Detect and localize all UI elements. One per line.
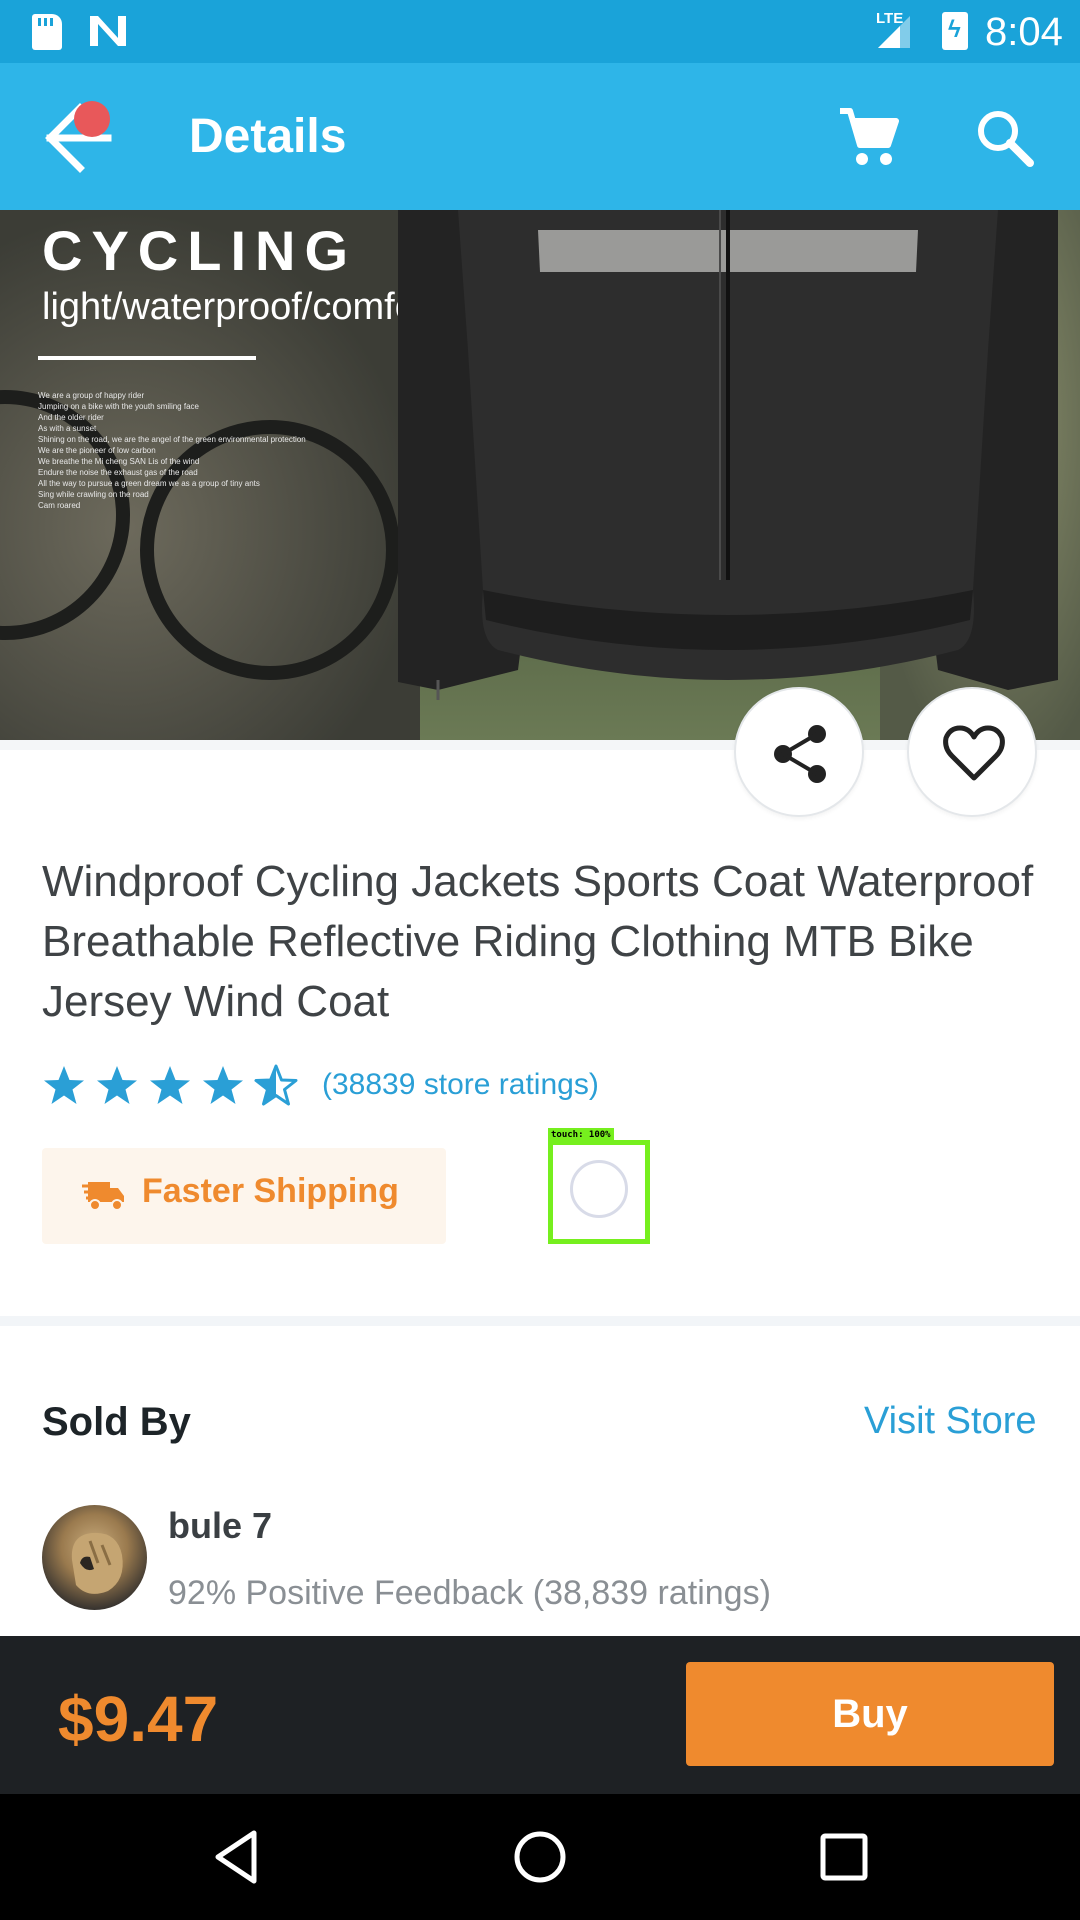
image-body-line: Sing while crawling on the road <box>38 490 149 499</box>
system-nav-bar <box>0 1794 1080 1920</box>
product-image[interactable]: CYCLING light/waterproof/comfort We are … <box>0 210 1080 740</box>
image-body-line: Shining on the road, we are the angel of… <box>38 435 306 444</box>
image-subheadline: light/waterproof/comfort <box>42 286 440 328</box>
seller-avatar[interactable] <box>42 1505 147 1610</box>
visit-store-link[interactable]: Visit Store <box>864 1400 1036 1443</box>
share-button[interactable] <box>734 687 864 817</box>
status-time: 8:04 <box>985 10 1063 54</box>
truck-icon <box>82 1182 124 1211</box>
image-headline: CYCLING <box>42 219 357 282</box>
image-body-line: Jumping on a bike with the youth smiling… <box>38 402 199 411</box>
product-title: Windproof Cycling Jackets Sports Coat Wa… <box>42 857 1034 1026</box>
buy-button[interactable]: Buy <box>686 1662 1054 1766</box>
jacket-graphic <box>398 210 1058 700</box>
page-title: Details <box>189 110 347 163</box>
search-icon[interactable] <box>972 105 1036 169</box>
back-triangle-icon[interactable] <box>206 1827 266 1887</box>
faster-shipping-badge[interactable]: Faster Shipping <box>42 1148 446 1244</box>
sold-by-heading: Sold By <box>42 1400 191 1444</box>
star-half-icon <box>254 1064 298 1106</box>
home-circle-icon[interactable] <box>510 1827 570 1887</box>
faster-shipping-label: Faster Shipping <box>142 1172 399 1210</box>
cart-icon[interactable] <box>836 105 900 169</box>
product-price: $9.47 <box>58 1683 219 1755</box>
image-body-line: All the way to pursue a green dream we a… <box>38 479 260 488</box>
image-body-line: As with a sunset <box>38 424 97 433</box>
battery-charging-icon <box>942 12 968 50</box>
buy-bar: $9.47 Buy <box>0 1636 1080 1794</box>
recents-square-icon[interactable] <box>814 1827 874 1887</box>
store-ratings-link[interactable]: (38839 store ratings) <box>322 1068 599 1102</box>
heart-icon <box>943 725 1005 781</box>
touch-point-indicator <box>570 1160 628 1218</box>
image-rule <box>38 356 256 360</box>
section-divider <box>0 1316 1080 1326</box>
notification-dot <box>74 101 110 137</box>
sd-card-icon <box>32 14 62 50</box>
star-full-icon <box>150 1066 190 1104</box>
rating-row[interactable]: (38839 store ratings) <box>42 1064 1042 1112</box>
app-bar: Details <box>0 63 1080 210</box>
image-body-line: And the older rider <box>38 413 104 422</box>
image-body-line: Cam roared <box>38 501 81 510</box>
network-type-label: LTE <box>876 10 904 27</box>
share-icon <box>774 725 826 783</box>
star-full-icon <box>203 1066 243 1104</box>
image-body-line: Endure the noise the exhaust gas of the … <box>38 468 198 477</box>
n-notification-icon <box>90 16 126 46</box>
status-bar: LTE 8:04 <box>0 0 1080 63</box>
star-full-icon <box>44 1066 84 1104</box>
image-body-line: We are the pioneer of low carbon <box>38 446 156 455</box>
image-body-line: We are a group of happy rider <box>38 391 145 400</box>
image-body-line: We breathe the Mi cheng SAN Lis of the w… <box>38 457 200 466</box>
seller-feedback: 92% Positive Feedback (38,839 ratings) <box>168 1574 771 1612</box>
star-full-icon <box>97 1066 137 1104</box>
wishlist-button[interactable] <box>907 687 1037 817</box>
image-body-text: We are a group of happy rider Jumping on… <box>38 390 368 511</box>
glove-image <box>71 1532 123 1594</box>
seller-name[interactable]: bule 7 <box>168 1505 272 1547</box>
